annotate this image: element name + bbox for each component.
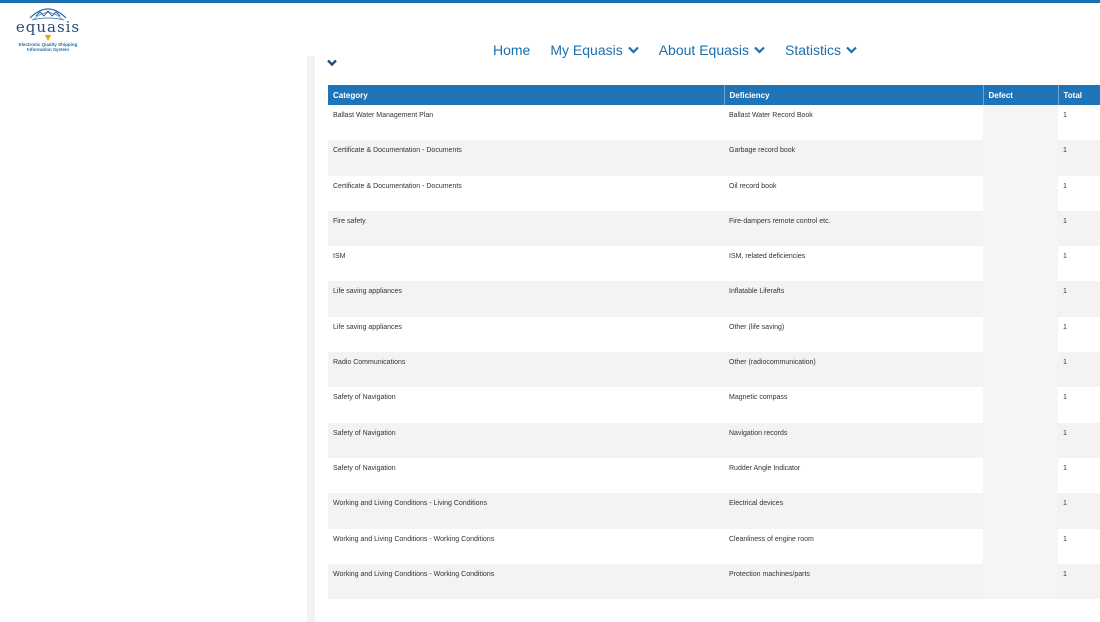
nav-home-label: Home (493, 42, 531, 58)
deficiency-cell: Garbage record book (724, 140, 983, 176)
nav-about-equasis-label: About Equasis (658, 42, 750, 58)
category-cell: Working and Living Conditions - Living C… (328, 493, 724, 529)
defect-cell (983, 316, 1058, 353)
deficiency-cell: Oil record book (724, 175, 983, 211)
chevron-down-icon (846, 46, 857, 54)
total-cell: 1 (1058, 105, 1100, 141)
total-cell: 1 (1058, 210, 1100, 247)
total-cell: 1 (1058, 528, 1100, 564)
nav-home[interactable]: Home (493, 42, 530, 58)
category-cell: Life saving appliances (328, 316, 724, 353)
total-cell: 1 (1058, 140, 1100, 176)
category-cell: Life saving appliances (328, 281, 724, 317)
table-row: Safety of Navigation Rudder Angle Indicat… (328, 457, 1100, 494)
deficiency-cell: Cleanliness of engine room (724, 528, 983, 564)
chevron-down-icon (627, 46, 639, 54)
table-row: Certificate & Documentation - Documents O… (328, 175, 1100, 211)
defect-cell (983, 140, 1058, 176)
nav-statistics-label: Statistics (785, 42, 842, 58)
total-cell: 1 (1058, 422, 1100, 458)
defect-cell (983, 246, 1058, 282)
total-cell: 1 (1058, 352, 1100, 388)
deficiency-cell: Navigation records (724, 422, 983, 458)
category-cell: Safety of Navigation (328, 457, 724, 494)
deficiency-cell: Other (life saving) (724, 316, 983, 353)
category-cell: Safety of Navigation (328, 387, 724, 423)
col-header-defect[interactable]: Defect (983, 85, 1059, 105)
col-header-category[interactable]: Category (328, 85, 725, 105)
nav-about-equasis[interactable]: About Equasis (659, 42, 765, 58)
col-header-deficiency[interactable]: Deficiency (724, 85, 984, 105)
defect-cell (983, 105, 1058, 141)
nav-my-equasis-label: My Equasis (550, 42, 623, 58)
deficiency-cell: Electrical devices (724, 493, 983, 529)
defect-cell (983, 281, 1058, 317)
defect-cell (983, 422, 1058, 458)
total-cell: 1 (1058, 457, 1100, 494)
deficiency-cell: ISM, related deficiencies (724, 246, 983, 282)
top-accent-bar (0, 0, 1100, 3)
deficiency-cell: Ballast Water Record Book (724, 105, 983, 141)
deficiency-cell: Fire-dampers remote control etc. (724, 210, 983, 247)
category-cell: Certificate & Documentation - Documents (328, 140, 724, 176)
defect-cell (983, 457, 1058, 494)
category-cell: Working and Living Conditions - Working … (328, 563, 724, 600)
total-cell: 1 (1058, 387, 1100, 423)
deficiency-cell: Rudder Angle Indicator (724, 457, 983, 494)
deficiency-cell: Protection machines/parts (724, 563, 983, 600)
table-body: Ballast Water Management Plan Ballast Wat… (328, 105, 1100, 600)
defect-cell (983, 387, 1058, 423)
nav-my-equasis[interactable]: My Equasis (550, 42, 639, 58)
table-row: Life saving appliances Other (life saving… (328, 316, 1100, 353)
defect-cell (983, 352, 1058, 388)
total-cell: 1 (1058, 175, 1100, 211)
logo-wordmark: equasis (15, 18, 81, 36)
total-cell: 1 (1058, 281, 1100, 317)
chevron-down-icon (754, 46, 765, 54)
deficiency-cell: Inflatable Liferafts (724, 281, 983, 317)
category-cell: Fire safety (328, 210, 724, 247)
table-header-row: Category Deficiency Defect Total (328, 85, 1100, 105)
total-cell: 1 (1058, 563, 1100, 600)
deficiency-table: Category Deficiency Defect Total Ballast… (328, 85, 1100, 600)
main-navigation: Home My Equasis About Equasis Statistics (493, 40, 877, 60)
deficiency-table-container: Category Deficiency Defect Total Ballast… (328, 85, 1100, 600)
defect-cell (983, 175, 1058, 211)
category-cell: Ballast Water Management Plan (328, 105, 724, 141)
total-cell: 1 (1058, 493, 1100, 529)
defect-cell (983, 528, 1058, 564)
equasis-logo[interactable]: equasis Electronic Quality Shipping Info… (2, 4, 94, 60)
section-toggle-chevron-down-icon[interactable] (326, 58, 338, 68)
category-cell: Working and Living Conditions - Working … (328, 528, 724, 564)
table-row: Working and Living Conditions - Living C… (328, 493, 1100, 529)
table-row: Working and Living Conditions - Working … (328, 563, 1100, 600)
table-row: Certificate & Documentation - Documents G… (328, 140, 1100, 176)
col-header-total[interactable]: Total (1058, 85, 1100, 105)
table-row: Life saving appliances Inflatable Liferaf… (328, 281, 1100, 317)
defect-cell (983, 493, 1058, 529)
table-row: Working and Living Conditions - Working … (328, 528, 1100, 564)
category-cell: Safety of Navigation (328, 422, 724, 458)
table-row: Safety of Navigation Magnetic compass 1 (328, 387, 1100, 423)
table-row: ISM ISM, related deficiencies 1 (328, 246, 1100, 282)
table-row: Radio Communications Other (radiocommunic… (328, 352, 1100, 388)
table-row: Safety of Navigation Navigation records 1 (328, 422, 1100, 458)
total-cell: 1 (1058, 246, 1100, 282)
table-row: Ballast Water Management Plan Ballast Wat… (328, 105, 1100, 141)
nav-statistics[interactable]: Statistics (785, 42, 857, 58)
category-cell: Radio Communications (328, 352, 724, 388)
defect-cell (983, 210, 1058, 247)
sidebar-divider (307, 56, 315, 622)
total-cell: 1 (1058, 316, 1100, 353)
deficiency-cell: Other (radiocommunication) (724, 352, 983, 388)
table-row: Fire safety Fire-dampers remote control e… (328, 210, 1100, 247)
category-cell: ISM (328, 246, 724, 282)
deficiency-cell: Magnetic compass (724, 387, 983, 423)
defect-cell (983, 563, 1058, 600)
logo-tagline-line2: Information System (26, 47, 69, 52)
category-cell: Certificate & Documentation - Documents (328, 175, 724, 211)
